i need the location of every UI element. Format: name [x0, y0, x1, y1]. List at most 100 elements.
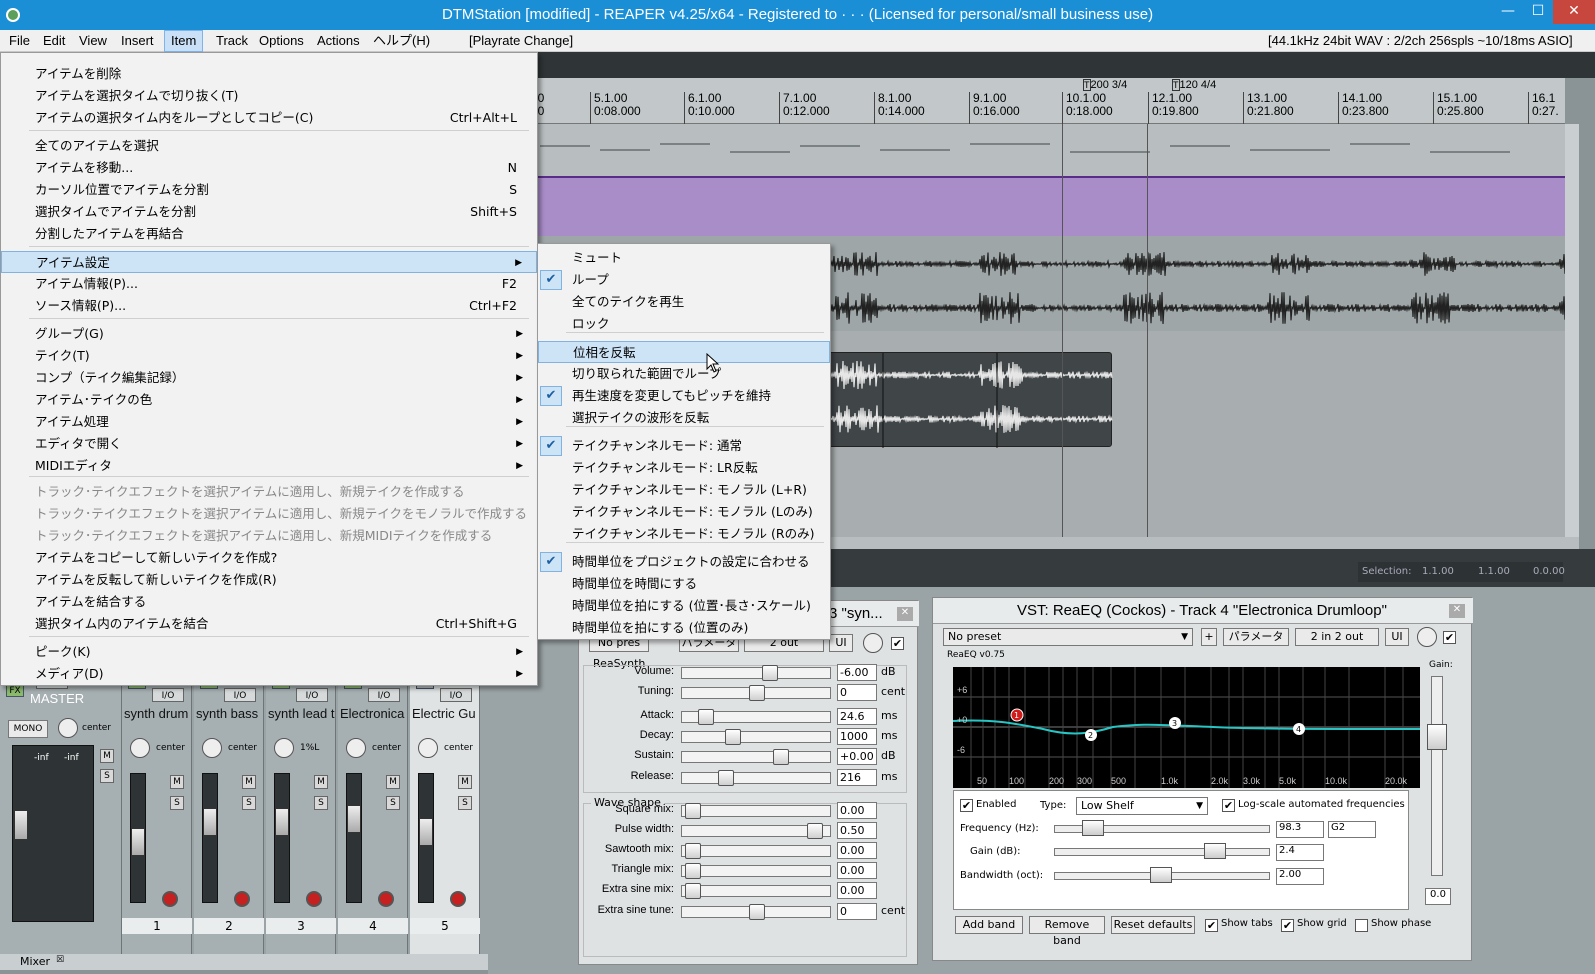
menu-playrate-change[interactable]: [Playrate Change] — [463, 30, 579, 52]
track-lane[interactable] — [530, 124, 1565, 176]
param-slider[interactable] — [718, 770, 735, 786]
mute-button[interactable]: M — [458, 775, 472, 789]
param-slider[interactable] — [698, 709, 715, 725]
show-grid-checkbox[interactable]: ✔ — [1281, 919, 1294, 932]
io-button[interactable]: I/O — [224, 688, 256, 702]
menu-options[interactable]: Options — [253, 30, 310, 52]
volume-fader[interactable] — [347, 805, 361, 833]
submenu-item[interactable]: テイクチャンネルモード: モノラル (L+R) — [538, 479, 830, 501]
tempo-marker[interactable]: T120 4/4 — [1172, 79, 1216, 91]
menu-item[interactable]: アイテムを結合する — [1, 591, 537, 613]
menu-item[interactable]: ソース情報(P)... Ctrl+F2 — [1, 295, 537, 317]
gain-slider[interactable] — [1427, 724, 1447, 750]
param-value[interactable]: 216 — [837, 769, 877, 786]
frequency-value[interactable]: 98.3 — [1276, 821, 1324, 838]
maximize-button[interactable]: ☐ — [1523, 0, 1553, 24]
master-pan-knob[interactable] — [58, 718, 78, 738]
submenu-item[interactable]: 切り取られた範囲でループ — [538, 363, 830, 385]
menu-actions[interactable]: Actions — [311, 30, 366, 52]
submenu-item[interactable]: ✔ 時間単位をプロジェクトの設定に合わせる — [538, 551, 830, 573]
timeline-ruler[interactable]: T200 3/4 T120 4/4 0000 5.1.000:08.000 6.… — [527, 78, 1565, 124]
param-slider[interactable] — [684, 843, 701, 859]
ui-button[interactable]: UI — [829, 634, 853, 652]
param-value[interactable]: 0.50 — [837, 822, 877, 839]
bypass-checkbox[interactable]: ✔ — [1443, 631, 1456, 644]
mute-button[interactable]: M — [386, 775, 400, 789]
menu-track[interactable]: Track — [210, 30, 254, 52]
pan-knob[interactable] — [274, 738, 294, 758]
param-value[interactable]: +0.00 — [837, 748, 877, 765]
volume-fader[interactable] — [419, 818, 433, 846]
record-arm-button[interactable] — [306, 891, 322, 907]
submenu-item[interactable]: ミュート — [538, 247, 830, 269]
menu-item[interactable]: アイテムの選択タイム内をループとしてコピー(C) Ctrl+Alt+L — [1, 107, 537, 129]
menu-item[interactable]: メディア(D) ▶ — [1, 663, 537, 685]
frequency-slider[interactable] — [1082, 820, 1104, 836]
menu-item[interactable]: トラック･テイクエフェクトを選択アイテムに適用し、新規MIDIテイクを作成する — [1, 525, 537, 547]
master-solo-button[interactable]: S — [100, 769, 114, 783]
submenu-item[interactable]: 全てのテイクを再生 — [538, 291, 830, 313]
mixer-tab[interactable]: Mixer ☒ — [0, 954, 488, 970]
param-slider[interactable] — [724, 729, 741, 745]
submenu-item[interactable]: 位相を反転 — [538, 341, 830, 363]
param-value[interactable]: 0 — [837, 903, 877, 920]
menu-item[interactable]: テイク(T) ▶ — [1, 345, 537, 367]
bandwidth-slider[interactable] — [1150, 867, 1172, 883]
reset-defaults-button[interactable]: Reset defaults — [1111, 916, 1195, 934]
bypass-checkbox[interactable]: ✔ — [891, 637, 904, 650]
submenu-item[interactable]: テイクチャンネルモード: LR反転 — [538, 457, 830, 479]
menu-item[interactable]: アイテムを移動... N — [1, 157, 537, 179]
param-slider[interactable] — [773, 749, 790, 765]
close-icon[interactable]: ✕ — [1449, 604, 1465, 618]
pan-knob[interactable] — [418, 738, 438, 758]
gain-db-value[interactable]: 2.4 — [1276, 844, 1324, 861]
menu-item[interactable]: アイテム設定 ▶ — [1, 251, 537, 273]
param-slider[interactable] — [749, 685, 765, 701]
menu-item[interactable]: アイテムを選択タイムで切り抜く(T) — [1, 85, 537, 107]
menu-item[interactable]: エディタで開く ▶ — [1, 433, 537, 455]
mute-button[interactable]: M — [314, 775, 328, 789]
param-value[interactable]: 0.00 — [837, 862, 877, 879]
solo-button[interactable]: S — [314, 796, 328, 810]
pan-knob[interactable] — [346, 738, 366, 758]
add-preset-button[interactable]: + — [1201, 628, 1217, 646]
param-value[interactable]: 0.00 — [837, 842, 877, 859]
strip-name[interactable]: synth bass — [196, 706, 264, 721]
solo-button[interactable]: S — [170, 796, 184, 810]
show-tabs-checkbox[interactable]: ✔ — [1205, 919, 1218, 932]
io-button[interactable]: I/O — [296, 688, 328, 702]
menu-item[interactable]: MIDIエディタ ▶ — [1, 455, 537, 477]
submenu-item[interactable]: 時間単位を拍にする (位置･長さ･スケール) — [538, 595, 830, 617]
submenu-item[interactable]: ✔ ループ — [538, 269, 830, 291]
menu-edit[interactable]: Edit — [37, 30, 71, 52]
ui-button[interactable]: UI — [1385, 628, 1409, 646]
strip-name[interactable]: Electric Gu — [412, 706, 480, 721]
volume-fader[interactable] — [131, 828, 145, 856]
menu-item[interactable]: アイテム処理 ▶ — [1, 411, 537, 433]
pan-knob[interactable] — [202, 738, 222, 758]
menu-item[interactable]: アイテムをコピーして新しいテイクを作成? — [1, 547, 537, 569]
io-button[interactable]: I/O — [440, 688, 472, 702]
params-button[interactable]: パラメータ — [1223, 628, 1289, 646]
bandwidth-value[interactable]: 2.00 — [1276, 868, 1324, 885]
submenu-item[interactable]: 時間単位を拍にする (位置のみ) — [538, 617, 830, 639]
solo-button[interactable]: S — [458, 796, 472, 810]
menu-insert[interactable]: Insert — [115, 30, 160, 52]
menu-item[interactable]: Item — [164, 30, 204, 52]
param-slider[interactable] — [806, 823, 823, 839]
record-arm-button[interactable] — [234, 891, 250, 907]
volume-fader[interactable] — [203, 808, 217, 836]
reaeq-titlebar[interactable]: VST: ReaEQ (Cockos) - Track 4 "Electroni… — [933, 598, 1473, 624]
menu-item[interactable]: トラック･テイクエフェクトを選択アイテムに適用し、新規テイクをモノラルで作成する — [1, 503, 537, 525]
master-fader[interactable] — [14, 810, 28, 840]
param-slider[interactable] — [762, 665, 779, 681]
menu-item[interactable]: カーソル位置でアイテムを分割 S — [1, 179, 537, 201]
menu-item[interactable]: アイテムを削除 — [1, 63, 537, 85]
track-lane-purple[interactable] — [530, 176, 1565, 236]
menu-item[interactable]: コンプ（テイク編集記録） ▶ — [1, 367, 537, 389]
io-button[interactable]: I/O — [368, 688, 400, 702]
param-slider[interactable] — [749, 904, 765, 920]
mono-button[interactable]: MONO — [8, 720, 48, 738]
menu-item[interactable]: 全てのアイテムを選択 — [1, 135, 537, 157]
close-button[interactable]: ✕ — [1553, 0, 1595, 24]
